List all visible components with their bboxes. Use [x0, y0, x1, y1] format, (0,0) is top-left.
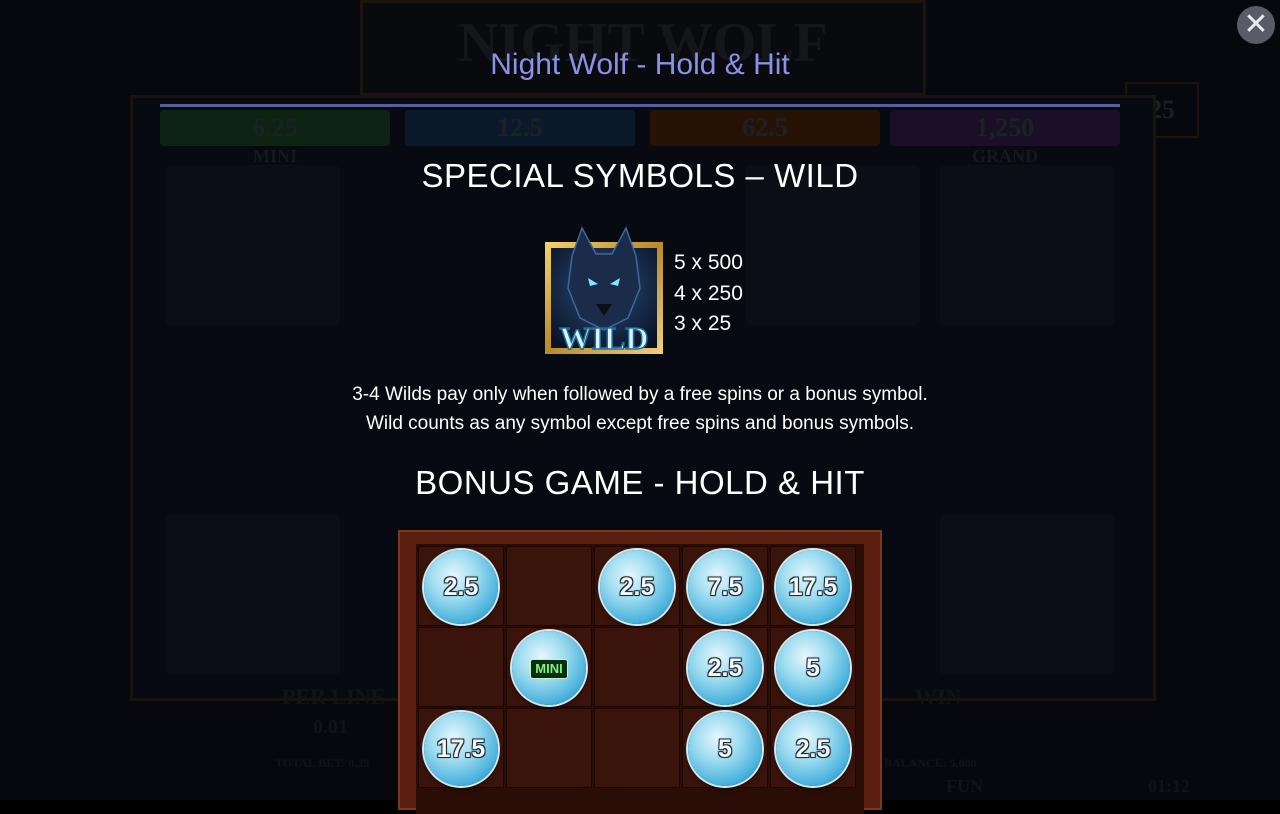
board-cell	[506, 546, 592, 626]
pay-5: 5 x 500	[674, 251, 743, 274]
background-clock: 01:12	[1148, 776, 1190, 796]
background-per-line-value: 0.01	[313, 716, 348, 738]
bonus-heading: BONUS GAME - HOLD & HIT	[415, 464, 865, 501]
background-reel-cell	[165, 515, 340, 675]
pay-3: 3 x 25	[674, 312, 732, 335]
bonus-coin: 17.5	[424, 712, 498, 786]
board-cell	[418, 627, 504, 707]
bonus-coin: 2.5	[776, 712, 850, 786]
bonus-coin: 2.5	[424, 550, 498, 624]
background-win-label: WIN	[915, 684, 962, 709]
background-jackpot-major: 62.5	[650, 110, 880, 146]
background-reel-cell	[940, 515, 1115, 675]
wild-paytable: 5 x 500 4 x 250 3 x 25	[674, 248, 743, 340]
wild-description-line-1: 3-4 Wilds pay only when followed by a fr…	[352, 384, 928, 405]
bonus-coin: 17.5	[776, 550, 850, 624]
bonus-coin: 2.5	[600, 550, 674, 624]
wild-heading: SPECIAL SYMBOLS – WILD	[421, 157, 859, 194]
board-cell	[506, 708, 592, 788]
board-grid: 2.5 2.5 7.5 17.5 MINI 2.5 5 17.5 5 2.5	[416, 544, 864, 814]
background-mode: FUN	[946, 776, 983, 796]
paytable-title: Night Wolf - Hold & Hit	[490, 48, 790, 81]
close-icon[interactable]: ✕	[1237, 6, 1275, 44]
bonus-coin: 7.5	[688, 550, 762, 624]
bonus-coin: 5	[688, 712, 762, 786]
board-cell	[594, 708, 680, 788]
mini-jackpot-coin: MINI	[512, 631, 586, 705]
wild-symbol-label: WILD	[560, 320, 649, 356]
bonus-coin: 5	[776, 631, 850, 705]
background-jackpot-grand: 1,250	[890, 110, 1120, 146]
pay-4: 4 x 250	[674, 281, 743, 305]
wild-symbol-icon: WILD	[545, 226, 663, 356]
background-jackpot-mini: 6.25	[160, 110, 390, 146]
title-divider	[160, 104, 1120, 107]
background-jackpot-minor: 12.5	[405, 110, 635, 146]
hold-and-hit-board: 2.5 2.5 7.5 17.5 MINI 2.5 5 17.5 5 2.5	[398, 530, 882, 814]
background-balance: BALANCE: 5,000	[884, 756, 977, 770]
wild-description-line-2: Wild counts as any symbol except free sp…	[365, 413, 915, 434]
bonus-coin: 2.5	[688, 631, 762, 705]
background-per-line-label: PER LINE	[282, 684, 386, 709]
background-total-bet: TOTAL BET: 0.25	[275, 756, 370, 770]
board-cell	[594, 627, 680, 707]
